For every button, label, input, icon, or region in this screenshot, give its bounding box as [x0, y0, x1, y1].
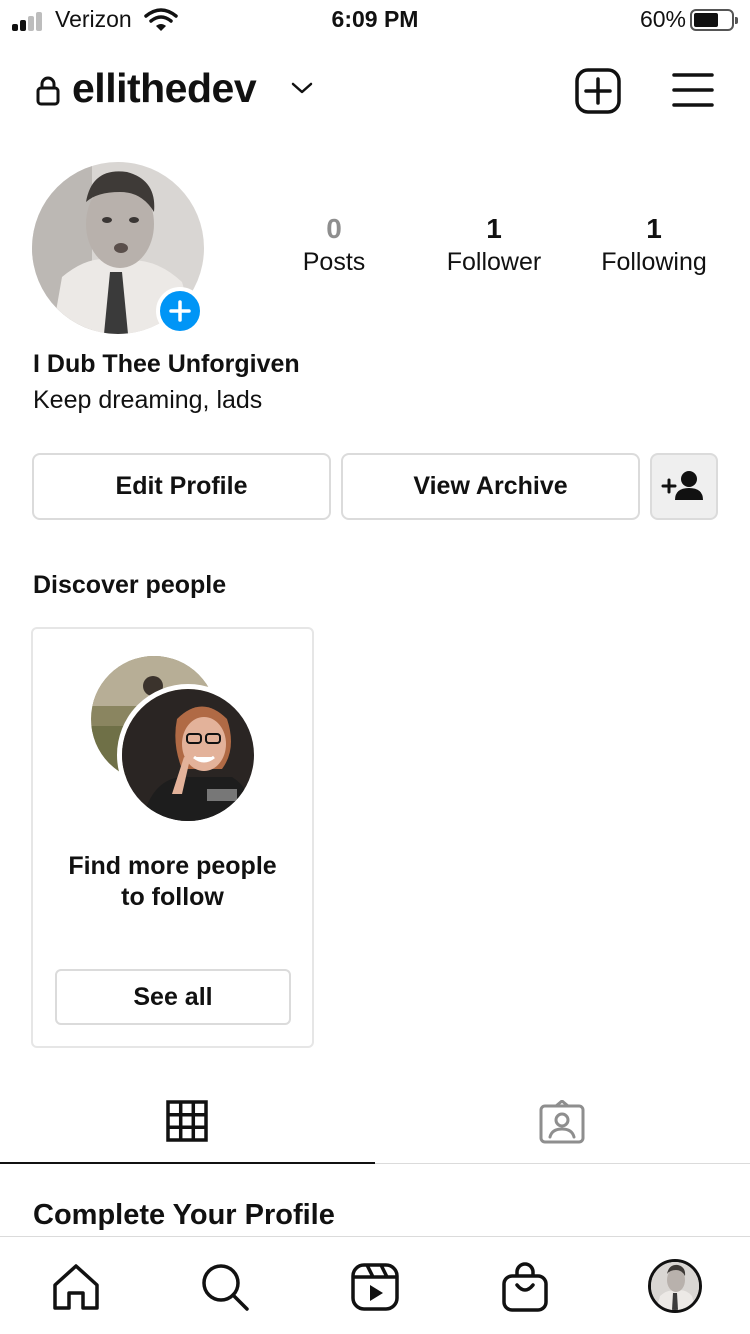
lock-icon — [36, 76, 60, 106]
plus-icon — [169, 300, 191, 322]
shop-icon[interactable] — [499, 1261, 551, 1313]
home-icon[interactable] — [50, 1261, 102, 1313]
grid-icon — [166, 1100, 208, 1142]
following-label: Following — [601, 248, 707, 276]
stat-followers[interactable]: 1 Follower — [414, 212, 574, 278]
followers-label: Follower — [446, 248, 542, 276]
view-archive-button[interactable]: View Archive — [341, 453, 640, 520]
tagged-icon — [539, 1100, 585, 1144]
new-post-button[interactable] — [575, 68, 621, 114]
following-count: 1 — [646, 213, 662, 244]
reels-icon[interactable] — [349, 1261, 401, 1313]
discover-card-text-line: Find more people — [68, 852, 277, 880]
profile-tab-avatar[interactable] — [648, 1259, 702, 1313]
status-bar: Verizon 6:09 PM 60% — [0, 0, 750, 42]
tab-tagged[interactable] — [375, 1080, 750, 1164]
stat-following[interactable]: 1 Following — [574, 212, 734, 278]
see-all-button[interactable]: See all — [55, 969, 291, 1025]
add-story-button[interactable] — [156, 287, 204, 335]
menu-button[interactable] — [672, 72, 714, 108]
posts-count: 0 — [326, 213, 342, 244]
add-person-icon — [661, 471, 703, 500]
bottom-nav — [0, 1236, 750, 1334]
followers-count: 1 — [486, 213, 502, 244]
discover-card: Find more people to follow See all — [31, 627, 314, 1048]
suggested-user-avatar — [117, 684, 259, 826]
username-switcher[interactable]: ellithedev — [72, 65, 257, 112]
battery-percent: 60% — [639, 6, 686, 32]
display-name: I Dub Thee Unforgiven — [33, 350, 300, 378]
stat-posts[interactable]: 0 Posts — [254, 212, 414, 278]
complete-profile-title: Complete Your Profile — [33, 1199, 335, 1231]
battery-icon — [690, 9, 738, 31]
edit-profile-button[interactable]: Edit Profile — [32, 453, 331, 520]
posts-label: Posts — [302, 248, 366, 276]
search-icon[interactable] — [199, 1261, 251, 1313]
tab-posts-grid[interactable] — [0, 1080, 375, 1164]
chevron-down-icon[interactable] — [290, 80, 314, 96]
bio-text: Keep dreaming, lads — [33, 386, 263, 414]
discover-people-title: Discover people — [33, 571, 227, 599]
discover-people-button[interactable] — [650, 453, 718, 520]
profile-header: ellithedev — [0, 52, 750, 132]
clock: 6:09 PM — [331, 6, 419, 32]
discover-card-text: Find more people to follow — [33, 851, 312, 913]
discover-card-text-line: to follow — [121, 883, 224, 911]
